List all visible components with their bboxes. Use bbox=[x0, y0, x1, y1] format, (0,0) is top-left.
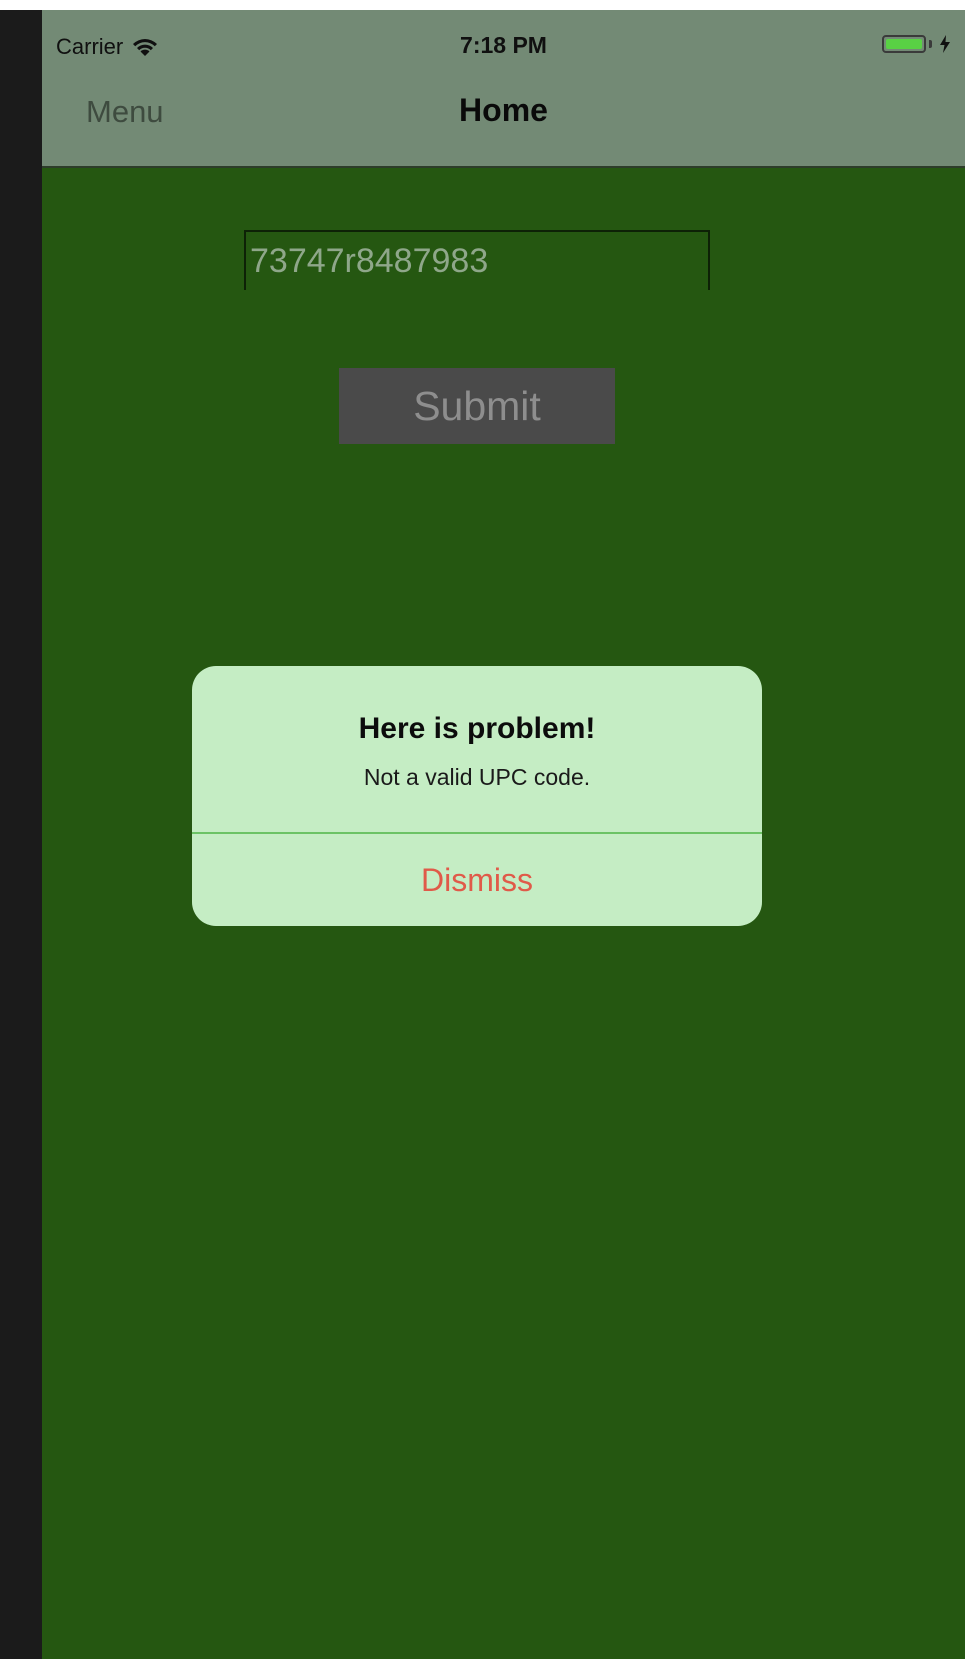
battery-nub bbox=[929, 40, 932, 48]
dismiss-button[interactable]: Dismiss bbox=[192, 834, 762, 926]
battery-fill bbox=[886, 39, 922, 49]
alert-title: Here is problem! bbox=[358, 712, 596, 745]
alert-dialog: Here is problem! Not a valid UPC code. D… bbox=[192, 666, 762, 926]
window-top-edge bbox=[0, 0, 965, 10]
phone-screen: Carrier 7:18 PM Menu Home 73747r8487983 … bbox=[42, 10, 965, 1659]
battery-indicator bbox=[882, 35, 951, 53]
submit-button[interactable]: Submit bbox=[339, 368, 615, 444]
navigation-header: Carrier 7:18 PM Menu Home bbox=[42, 10, 965, 168]
alert-message: Not a valid UPC code. bbox=[363, 764, 591, 790]
charging-bolt-icon bbox=[940, 35, 950, 53]
upc-input[interactable] bbox=[244, 230, 710, 290]
simulator-frame: Carrier 7:18 PM Menu Home 73747r8487983 … bbox=[0, 0, 965, 1659]
status-time: 7:18 PM bbox=[460, 32, 547, 58]
battery-icon bbox=[882, 35, 926, 53]
page-title: Home bbox=[459, 92, 548, 128]
